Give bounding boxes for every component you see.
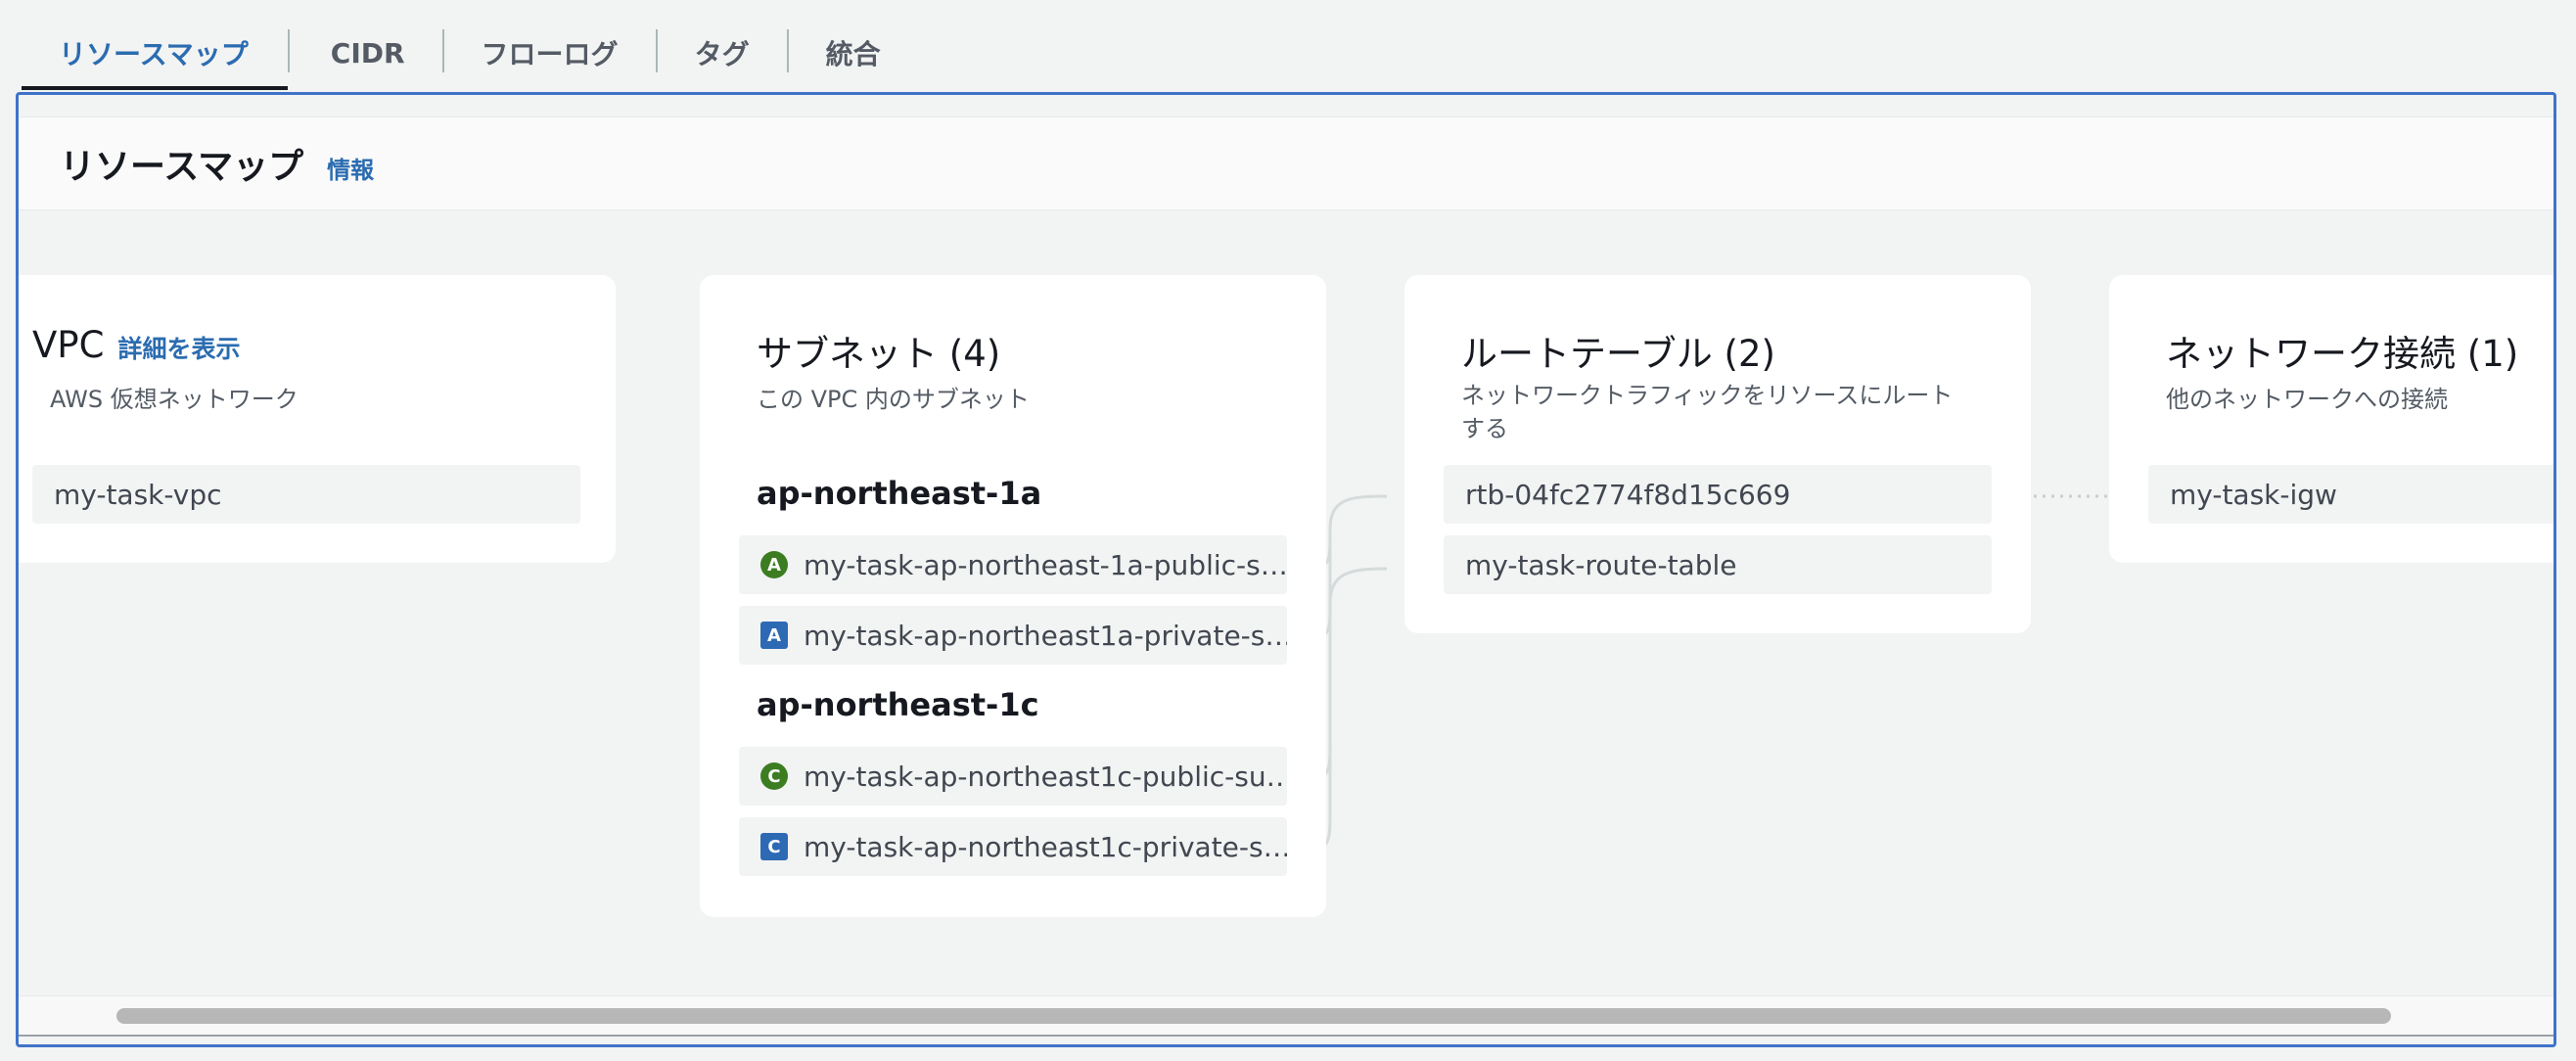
route-table-item[interactable]: rtb-04fc2774f8d15c669 — [1444, 465, 1992, 524]
public-subnet-icon: A — [760, 551, 788, 578]
network-connection-item[interactable]: my-task-igw — [2148, 465, 2553, 524]
subnets-description: この VPC 内のサブネット — [757, 386, 1030, 413]
route-tables-title: ルートテーブル (2) — [1461, 333, 1775, 375]
subnets-card: サブネット (4) この VPC 内のサブネット ap-northeast-1a… — [700, 275, 1326, 917]
availability-zone-label: ap-northeast-1a — [757, 475, 1042, 512]
tab-tags[interactable]: タグ — [658, 18, 787, 88]
subnets-title: サブネット (4) — [757, 333, 1001, 375]
route-table-item[interactable]: my-task-route-table — [1444, 535, 1992, 594]
subnet-item[interactable]: C my-task-ap-northeast1c-public-su… — [739, 747, 1287, 806]
vpc-card-title: VPC 詳細を表示 — [32, 324, 240, 366]
subnet-item-label: my-task-ap-northeast1c-public-su… — [804, 760, 1287, 793]
subnet-item[interactable]: A my-task-ap-northeast-1a-public-s… — [739, 535, 1287, 594]
route-table-item-label: rtb-04fc2774f8d15c669 — [1465, 478, 1791, 511]
vpc-item-label: my-task-vpc — [54, 478, 222, 511]
scrollbar-thumb[interactable] — [116, 1008, 2391, 1024]
vpc-description: AWS 仮想ネットワーク — [50, 386, 299, 413]
tab-bar: リソースマップ CIDR フローログ タグ 統合 — [22, 18, 918, 90]
resource-map-panel: リソースマップ 情報 VPC 詳細を表示 AWS 仮想ネットワーク my-task… — [16, 92, 2556, 1047]
route-tables-description-line: ネットワークトラフィックをリソースにルート — [1461, 382, 1954, 409]
tab-cidr[interactable]: CIDR — [290, 18, 442, 88]
network-connections-description: 他のネットワークへの接続 — [2166, 386, 2448, 413]
subnet-item-label: my-task-ap-northeast1a-private-s… — [804, 619, 1287, 652]
private-subnet-icon: C — [760, 833, 788, 860]
route-tables-description-line: する — [1461, 415, 1508, 442]
route-table-item-label: my-task-route-table — [1465, 548, 1737, 581]
subnet-item-label: my-task-ap-northeast-1a-public-s… — [804, 548, 1287, 581]
tab-resource-map[interactable]: リソースマップ — [22, 18, 288, 90]
horizontal-scrollbar[interactable] — [19, 995, 2553, 1035]
subnet-item-label: my-task-ap-northeast1c-private-s… — [804, 830, 1287, 863]
vpc-item[interactable]: my-task-vpc — [32, 465, 580, 524]
network-connections-title: ネットワーク接続 (1) — [2166, 333, 2519, 375]
network-connections-card: ネットワーク接続 (1) 他のネットワークへの接続 my-task-igw — [2109, 275, 2553, 563]
tab-flow-logs[interactable]: フローログ — [444, 18, 656, 88]
availability-zone-label: ap-northeast-1c — [757, 686, 1039, 723]
network-connection-item-label: my-task-igw — [2170, 478, 2337, 511]
subnet-item[interactable]: A my-task-ap-northeast1a-private-s… — [739, 606, 1287, 665]
route-tables-description: ネットワークトラフィックをリソースにルート する — [1461, 379, 2009, 445]
view-details-link[interactable]: 詳細を表示 — [117, 335, 240, 363]
vpc-card: VPC 詳細を表示 AWS 仮想ネットワーク my-task-vpc — [19, 275, 616, 563]
route-tables-card: ルートテーブル (2) ネットワークトラフィックをリソースにルート する rtb… — [1404, 275, 2031, 633]
panel-footer-strip — [19, 1035, 2553, 1044]
public-subnet-icon: C — [760, 762, 788, 790]
vpc-title: VPC — [32, 324, 105, 366]
subnet-item[interactable]: C my-task-ap-northeast1c-private-s… — [739, 817, 1287, 876]
tab-integrations[interactable]: 統合 — [789, 18, 918, 88]
private-subnet-icon: A — [760, 622, 788, 649]
